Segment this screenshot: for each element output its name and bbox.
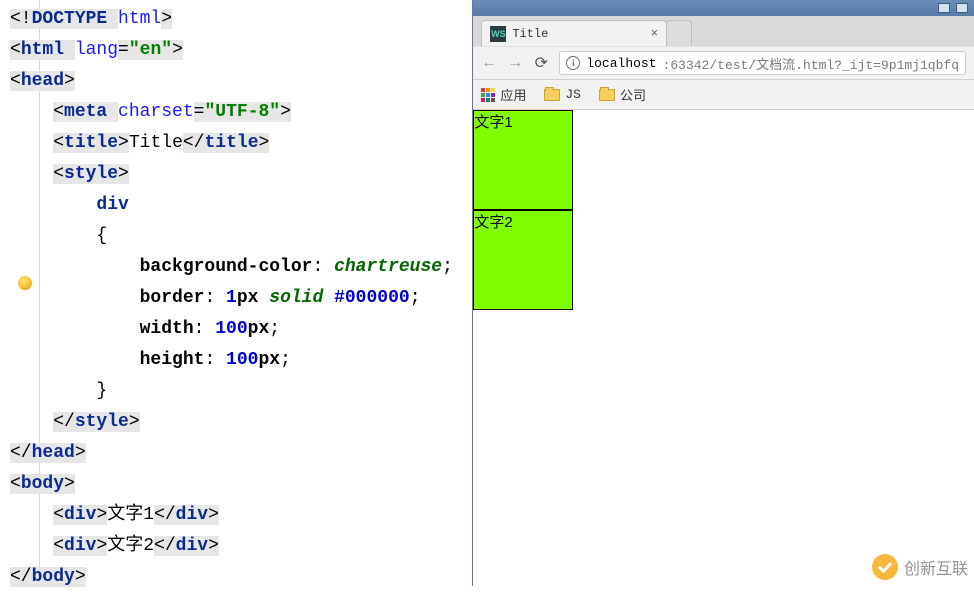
nav-forward-icon: → [507,54,523,72]
code-editor-pane: <!DOCTYPE html><html lang="en"><head> <m… [0,0,472,586]
code-area[interactable]: <!DOCTYPE html><html lang="en"><head> <m… [10,0,453,593]
favicon-icon: WS [490,26,506,42]
browser-tab-active[interactable]: WS Title × [481,20,667,46]
page-viewport: 文字1 文字2 [473,110,974,586]
tab-title: Title [512,27,548,41]
watermark-text: 创新互联 [904,555,968,579]
folder-icon [599,89,615,101]
apps-grid-icon [481,88,495,102]
site-info-icon[interactable]: i [566,56,580,70]
folder-icon [544,89,560,101]
bookmark-folder[interactable]: JS [544,87,581,102]
address-bar[interactable]: i localhost :63342/test/文档流.html?_ijt=9p1… [559,51,966,75]
nav-reload-icon[interactable]: ⟳ [533,53,549,73]
window-max-button[interactable] [956,3,968,13]
bookmark-label: JS [565,87,581,102]
watermark: 创新互联 [872,554,968,580]
rendered-div: 文字1 [473,110,573,210]
window-titlebar [473,0,974,16]
rendered-div: 文字2 [473,210,573,310]
bookmark-folder[interactable]: 公司 [599,85,646,104]
watermark-check-icon [872,554,898,580]
url-host: localhost [586,56,656,71]
url-path: :63342/test/文档流.html?_ijt=9p1mj1qbfq [663,54,959,73]
apps-label: 应用 [500,85,526,104]
browser-tab-new[interactable] [666,20,692,46]
window-min-button[interactable] [938,3,950,13]
tab-close-icon[interactable]: × [651,26,659,41]
bookmark-label: 公司 [620,85,646,104]
browser-tabstrip: WS Title × [473,16,974,46]
bookmarks-bar: 应用 JS 公司 [473,80,974,110]
browser-pane: WS Title × ← → ⟳ i localhost :63342/test/… [472,0,974,586]
apps-shortcut[interactable]: 应用 [481,85,526,104]
address-bar-row: ← → ⟳ i localhost :63342/test/文档流.html?_i… [473,46,974,80]
nav-back-icon[interactable]: ← [481,54,497,72]
